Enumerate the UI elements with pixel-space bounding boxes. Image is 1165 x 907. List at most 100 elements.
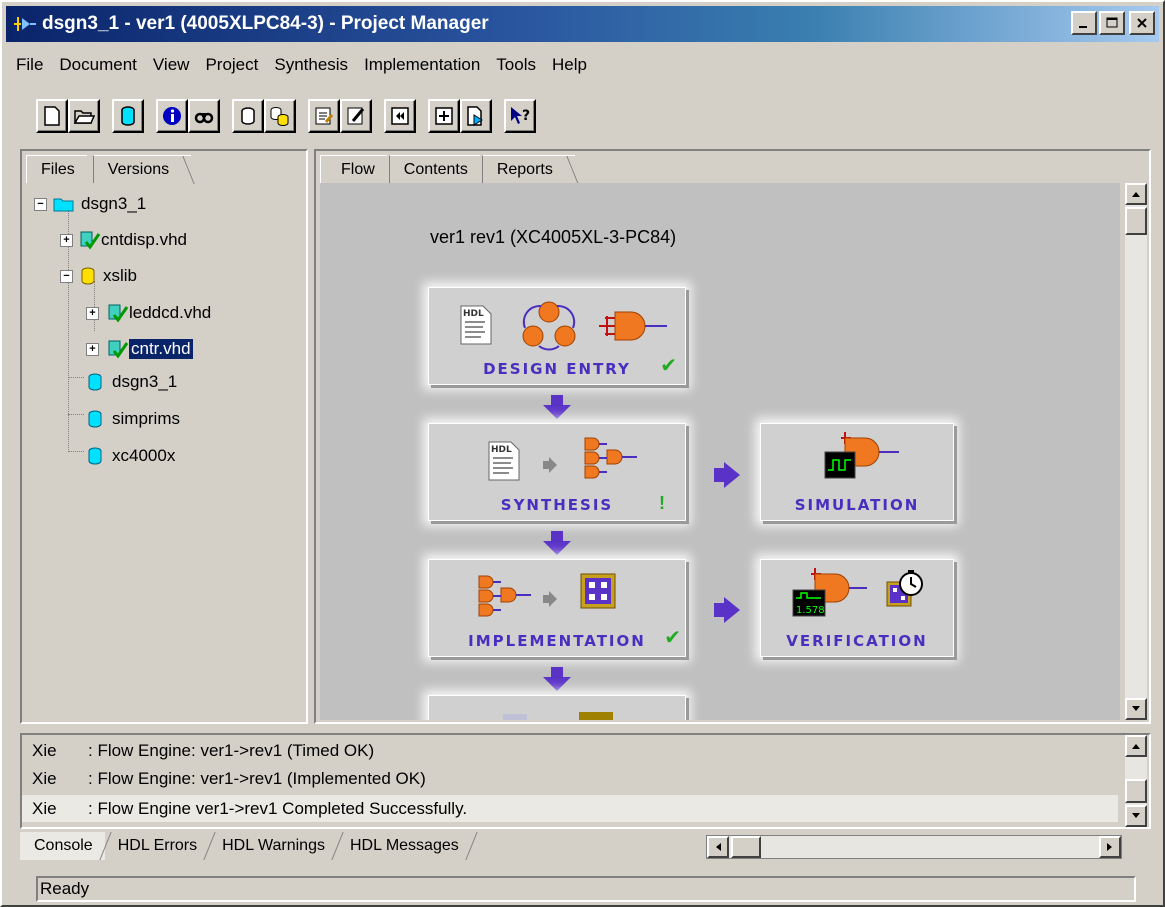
toolbar: ? [6, 94, 1156, 138]
expand-toggle[interactable]: + [86, 342, 99, 356]
timing-readout: 1.578 [796, 605, 825, 616]
console-tabstrip: Console HDL Errors HDL Warnings HDL Mess… [20, 831, 478, 861]
add-library-button[interactable] [232, 99, 264, 133]
tree-item-cntdisp[interactable]: + cntdisp.vhd [60, 227, 187, 253]
scroll-right-button[interactable] [1099, 836, 1121, 858]
chip-icon [579, 712, 613, 720]
simulation-box[interactable]: SIMULATION [760, 423, 954, 521]
tree-item-simprims[interactable]: simprims [86, 406, 180, 432]
implementation-box[interactable]: IMPLEMENTATION ✔ [428, 559, 686, 657]
tab-hdl-warnings[interactable]: HDL Warnings [210, 832, 337, 860]
scroll-thumb[interactable] [731, 836, 761, 858]
info-icon [163, 107, 181, 125]
tab-files[interactable]: Files [26, 155, 87, 183]
gate-netlist-icon [584, 437, 637, 479]
scroll-left-button[interactable] [707, 836, 729, 858]
tab-console[interactable]: Console [20, 832, 105, 860]
design-entry-box[interactable]: HDL DESIGN ENTRY ✔ [428, 287, 686, 385]
edit-properties-button[interactable] [308, 99, 340, 133]
menu-file[interactable]: File [6, 55, 51, 75]
menu-document[interactable]: Document [51, 55, 144, 75]
menu-project[interactable]: Project [197, 55, 266, 75]
flow-arrow-down-icon [543, 667, 571, 691]
open-folder-button[interactable] [68, 99, 100, 133]
library-icon [88, 447, 102, 465]
add-file-button[interactable] [428, 99, 460, 133]
expand-toggle[interactable]: + [60, 233, 73, 247]
flow-diagram: ver1 rev1 (XC4005XL-3-PC84) HDL DESIGN E… [320, 183, 1120, 720]
status-text: Ready [40, 879, 90, 898]
tab-reports[interactable]: Reports [481, 155, 579, 184]
tree-item-dsgn3-lib[interactable]: dsgn3_1 [86, 369, 177, 395]
scroll-down-button[interactable] [1125, 698, 1147, 720]
library-icon [88, 373, 102, 391]
new-document-button[interactable] [36, 99, 68, 133]
tree-item-label: dsgn3_1 [81, 194, 147, 213]
console-vertical-scrollbar[interactable] [1125, 735, 1147, 827]
console-source: Xie [32, 768, 57, 788]
tree-item-xc4000x[interactable]: xc4000x [86, 443, 175, 469]
programming-box[interactable] [428, 695, 686, 720]
tab-hdl-errors[interactable]: HDL Errors [106, 832, 209, 860]
verification-box[interactable]: 1.578 VERIFICATION [760, 559, 954, 657]
console-panel: Xie : Flow Engine: ver1->rev1 (Timed OK)… [20, 733, 1151, 829]
tab-contents[interactable]: Contents [388, 155, 480, 183]
title-bar[interactable]: dsgn3_1 - ver1 (4005XLPC84-3) - Project … [6, 6, 1159, 42]
tab-flow[interactable]: Flow [320, 155, 387, 183]
tree-item-label: xc4000x [112, 446, 176, 465]
remove-file-button[interactable] [460, 99, 492, 133]
synthesis-box[interactable]: HDL SYNTHESIS ! [428, 423, 686, 521]
find-button[interactable] [188, 99, 220, 133]
minimize-button[interactable] [1071, 11, 1097, 35]
gate-netlist-icon [478, 575, 531, 617]
success-check-icon: ✔ [664, 627, 681, 649]
tab-hdl-messages[interactable]: HDL Messages [338, 832, 471, 860]
scroll-thumb[interactable] [1125, 779, 1147, 803]
tree-item-xslib[interactable]: − xslib [60, 263, 137, 289]
close-button[interactable] [1129, 11, 1155, 35]
copy-libraries-button[interactable] [264, 99, 296, 133]
verification-label: VERIFICATION [786, 632, 928, 650]
console-message: : Flow Engine ver1->rev1 Completed Succe… [88, 798, 468, 818]
collapse-toggle[interactable]: − [60, 269, 73, 283]
scroll-up-button[interactable] [1125, 183, 1147, 205]
files-panel: Files Versions − dsgn3_1 + cntdisp.vhd −… [20, 149, 308, 724]
menu-synthesis[interactable]: Synthesis [266, 55, 356, 75]
scroll-thumb[interactable] [1125, 207, 1147, 235]
flow-tabstrip: Flow Contents Reports [320, 153, 579, 184]
menu-help[interactable]: Help [544, 55, 595, 75]
console-source: Xie [32, 798, 57, 818]
maximize-button[interactable] [1099, 11, 1125, 35]
timing-simulation-icon: 1.578 [792, 568, 867, 617]
collapse-toggle[interactable]: − [34, 197, 47, 211]
tree-item-leddcd[interactable]: + leddcd.vhd [86, 300, 211, 326]
tree-item-label: dsgn3_1 [112, 372, 178, 391]
flow-vertical-scrollbar[interactable] [1125, 183, 1147, 720]
tree-item-label: cntdisp.vhd [101, 230, 187, 249]
synthesis-label: SYNTHESIS [500, 496, 614, 514]
scroll-up-button[interactable] [1125, 735, 1147, 757]
tree-item-project[interactable]: − dsgn3_1 [34, 191, 146, 217]
console-horizontal-scrollbar[interactable] [706, 835, 1122, 859]
success-check-icon: ✔ [660, 355, 677, 377]
console-message: : Flow Engine: ver1->rev1 (Implemented O… [88, 768, 426, 788]
step-into-button[interactable] [384, 99, 416, 133]
svg-text:?: ? [522, 108, 530, 124]
menu-tools[interactable]: Tools [488, 55, 544, 75]
menu-implementation[interactable]: Implementation [356, 55, 488, 75]
edit-source-button[interactable] [340, 99, 372, 133]
tree-item-cntr[interactable]: + cntr.vhd [86, 336, 193, 362]
edit-properties-icon [315, 107, 334, 125]
library-button[interactable] [112, 99, 144, 133]
expand-toggle[interactable]: + [86, 306, 99, 320]
add-file-icon [435, 107, 453, 125]
add-library-icon [241, 107, 255, 125]
window-title: dsgn3_1 - ver1 (4005XLPC84-3) - Project … [42, 13, 489, 34]
tab-versions[interactable]: Versions [92, 155, 195, 184]
tab-contents-label: Contents [403, 160, 468, 178]
context-help-button[interactable]: ? [504, 99, 536, 133]
menu-view[interactable]: View [145, 55, 198, 75]
info-button[interactable] [156, 99, 188, 133]
context-help-icon: ? [511, 107, 530, 124]
scroll-down-button[interactable] [1125, 805, 1147, 827]
